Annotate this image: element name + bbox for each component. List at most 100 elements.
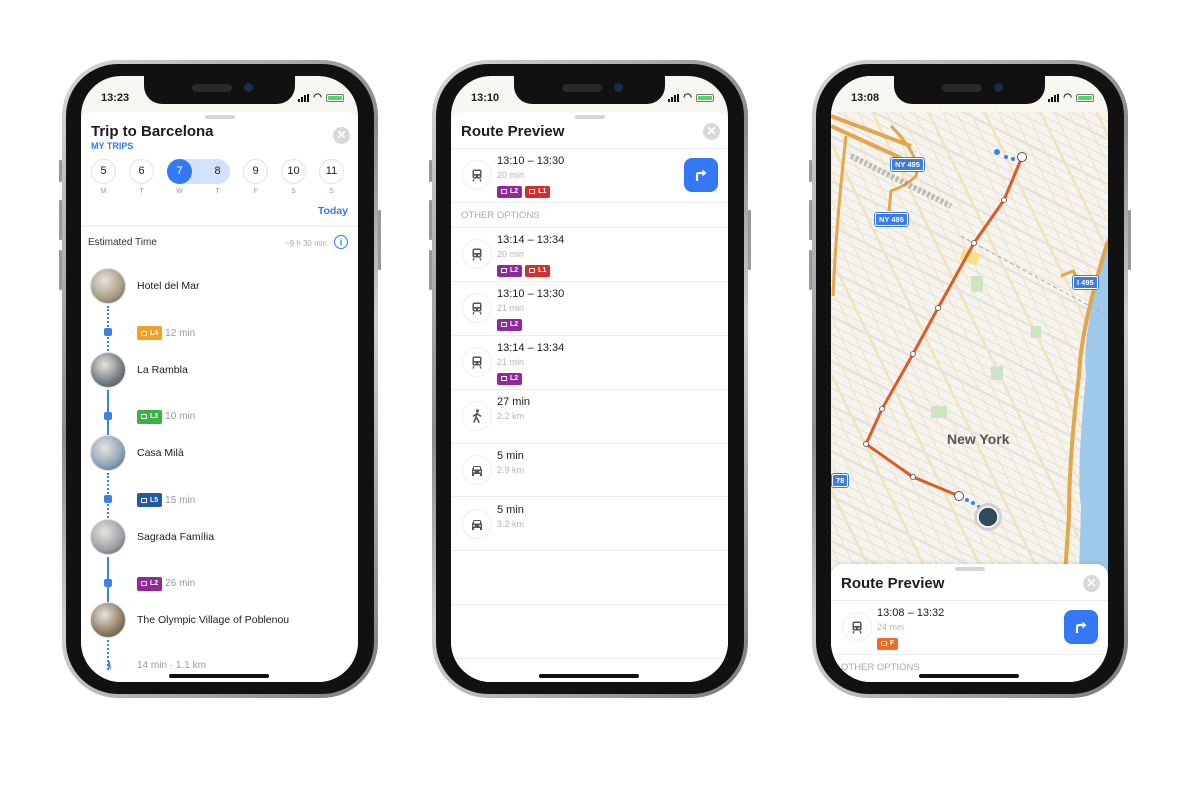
route-time: 13:10 – 13:30 bbox=[497, 155, 565, 167]
day-7[interactable]: 7 bbox=[167, 159, 192, 184]
place-photo[interactable] bbox=[90, 602, 126, 638]
place-photo[interactable] bbox=[90, 518, 126, 555]
train-icon bbox=[501, 322, 507, 328]
transit-stop[interactable] bbox=[935, 305, 941, 311]
transit-leg[interactable]: L4 12 min bbox=[137, 326, 195, 340]
phone-frame: NY 495 NY 495 I 495 78 New York 13:08 ◠ Rou… bbox=[809, 60, 1131, 698]
transit-stop[interactable] bbox=[879, 406, 885, 412]
day-10[interactable]: 10 bbox=[281, 159, 306, 184]
wifi-icon: ◠ bbox=[1063, 92, 1072, 103]
weekday-label: T bbox=[139, 188, 144, 195]
day-8[interactable]: 8 bbox=[205, 159, 230, 184]
transit-line-badge: L3 bbox=[137, 409, 163, 424]
day-11[interactable]: 11 bbox=[319, 159, 344, 184]
place-name[interactable]: La Rambla bbox=[137, 364, 188, 376]
transit-leg[interactable]: L5 15 min bbox=[137, 493, 195, 507]
route-end-stop[interactable] bbox=[1017, 152, 1027, 162]
other-options-header: OTHER OPTIONS bbox=[461, 210, 540, 221]
transit-stop[interactable] bbox=[971, 240, 977, 246]
transit-line-badge: L2 bbox=[497, 372, 523, 385]
day-5[interactable]: 5 bbox=[91, 159, 116, 184]
day-9[interactable]: 9 bbox=[243, 159, 268, 184]
battery-icon bbox=[326, 93, 344, 102]
route-duration: 3.2 km bbox=[497, 519, 525, 529]
weekday-label: T bbox=[215, 188, 220, 195]
close-button[interactable]: ✕ bbox=[1083, 575, 1100, 592]
route-duration: 20 min bbox=[497, 170, 525, 180]
route-option[interactable]: 13:08 – 13:32 24 min F bbox=[831, 600, 1108, 654]
route-time: 13:10 – 13:30 bbox=[497, 288, 565, 300]
train-icon bbox=[501, 189, 507, 195]
place-name[interactable]: Sagrada Família bbox=[137, 531, 214, 543]
route-time: 13:08 – 13:32 bbox=[877, 607, 945, 619]
route-duration: 24 min bbox=[877, 622, 905, 632]
route-option[interactable]: 27 min 2.2 km bbox=[451, 389, 728, 443]
route-option[interactable]: 13:10 – 13:30 21 min L2 bbox=[451, 281, 728, 335]
train-icon bbox=[529, 189, 536, 195]
transit-line-badge: L2 bbox=[497, 318, 523, 331]
route-time: 13:14 – 13:34 bbox=[497, 234, 565, 246]
transit-line-badge: L1 bbox=[525, 264, 551, 277]
status-bar: 13:10 ◠ bbox=[451, 90, 728, 106]
divider bbox=[451, 658, 728, 659]
transit-stop[interactable] bbox=[863, 441, 869, 447]
transit-stop[interactable] bbox=[910, 351, 916, 357]
info-icon[interactable]: i bbox=[334, 235, 348, 249]
place-photo[interactable] bbox=[90, 268, 126, 304]
home-indicator[interactable] bbox=[169, 674, 269, 678]
train-icon bbox=[462, 160, 492, 190]
walk-icon: 🚶︎ bbox=[104, 661, 115, 670]
my-trips-link[interactable]: MY TRIPS bbox=[91, 141, 133, 151]
home-indicator[interactable] bbox=[919, 674, 1019, 678]
wifi-icon: ◠ bbox=[313, 92, 322, 103]
route-option[interactable]: 13:14 – 13:34 20 min L2 L1 bbox=[451, 227, 728, 281]
route-preview-sheet: Route Preview ✕ 13:10 – 13:30 20 min L2 L… bbox=[451, 112, 728, 682]
route-option[interactable]: 13:14 – 13:34 21 min L2 bbox=[451, 335, 728, 389]
phone-screen: NY 495 NY 495 I 495 78 New York 13:08 ◠ Rou… bbox=[831, 76, 1108, 682]
start-route-button[interactable] bbox=[684, 158, 718, 192]
today-button[interactable]: Today bbox=[318, 205, 348, 217]
sheet-grabber[interactable] bbox=[955, 567, 985, 571]
city-label: New York bbox=[947, 431, 1010, 447]
place-photo[interactable] bbox=[90, 435, 126, 471]
transit-line-badge: L5 bbox=[137, 493, 163, 507]
status-time: 13:23 bbox=[101, 92, 130, 104]
train-icon bbox=[462, 293, 492, 323]
weekday-label: S bbox=[291, 188, 296, 195]
route-option[interactable]: 5 min 2.9 km bbox=[451, 443, 728, 497]
close-button[interactable]: ✕ bbox=[333, 127, 350, 144]
home-indicator[interactable] bbox=[539, 674, 639, 678]
wifi-icon: ◠ bbox=[683, 92, 692, 103]
route-option[interactable]: 5 min 3.2 km bbox=[451, 497, 728, 551]
train-icon bbox=[501, 376, 507, 382]
transit-line-badge: F bbox=[877, 637, 899, 650]
route-start-stop[interactable] bbox=[954, 491, 964, 501]
transit-line-badge: L1 bbox=[525, 185, 551, 198]
day-6[interactable]: 6 bbox=[129, 159, 154, 184]
train-icon bbox=[842, 612, 872, 642]
route-duration: 20 min bbox=[497, 249, 525, 259]
status-time: 13:10 bbox=[471, 92, 500, 104]
transit-leg[interactable]: L2 26 min bbox=[137, 576, 195, 591]
place-name[interactable]: Hotel del Mar bbox=[137, 280, 199, 292]
close-button[interactable]: ✕ bbox=[703, 123, 720, 140]
sheet-grabber[interactable] bbox=[575, 115, 605, 119]
route-option[interactable]: 13:10 – 13:30 20 min L2 L1 bbox=[451, 148, 728, 202]
route-time: 27 min bbox=[497, 396, 531, 408]
divider bbox=[451, 604, 728, 605]
trip-title: Trip to Barcelona bbox=[91, 123, 214, 140]
start-route-button[interactable] bbox=[1064, 610, 1098, 644]
transit-leg[interactable]: L3 10 min bbox=[137, 409, 195, 424]
weekday-label: M bbox=[100, 188, 107, 195]
status-bar: 13:23 ◠ bbox=[81, 90, 358, 106]
transit-stop[interactable] bbox=[1001, 197, 1007, 203]
route-duration: 2.9 km bbox=[497, 465, 525, 475]
place-name[interactable]: Casa Milà bbox=[137, 447, 184, 459]
route-time: 5 min bbox=[497, 450, 524, 462]
place-photo[interactable] bbox=[90, 351, 126, 388]
transit-stop[interactable] bbox=[910, 474, 916, 480]
battery-icon bbox=[696, 93, 714, 102]
sheet-grabber[interactable] bbox=[205, 115, 235, 119]
train-icon bbox=[529, 268, 536, 274]
place-name[interactable]: The Olympic Village of Poblenou bbox=[137, 614, 289, 626]
